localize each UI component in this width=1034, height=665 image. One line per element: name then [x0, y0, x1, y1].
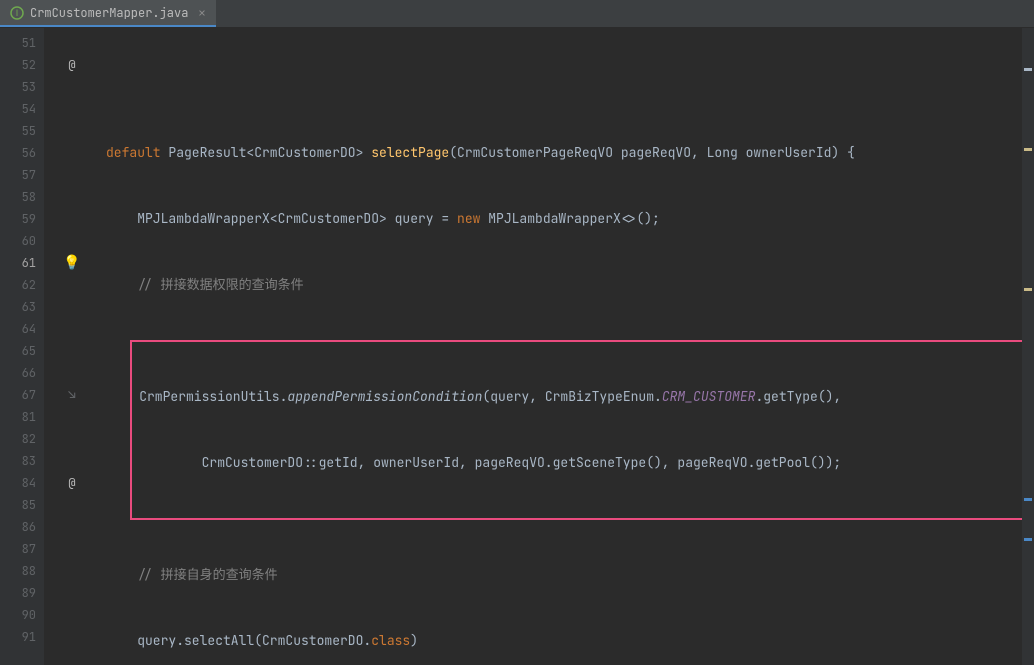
line-number: 85 [8, 494, 36, 516]
line-number: 86 [8, 516, 36, 538]
override-icon[interactable]: @ [68, 472, 75, 494]
line-number: 60 [8, 230, 36, 252]
line-number: 65 [8, 340, 36, 362]
file-tab[interactable]: I CrmCustomerMapper.java ✕ [0, 0, 216, 27]
stripe-marker[interactable] [1024, 498, 1032, 501]
stripe-marker[interactable] [1024, 68, 1032, 71]
line-number: 87 [8, 538, 36, 560]
line-number: 81 [8, 406, 36, 428]
line-number: 57 [8, 164, 36, 186]
code-line: MPJLambdaWrapperX<CrmCustomerDO> query =… [100, 208, 1034, 230]
stripe-marker[interactable] [1024, 538, 1032, 541]
line-number: 61 [8, 252, 36, 274]
editor: 51 52 53 54 55 56 57 58 59 60 61 62 63 6… [0, 28, 1034, 665]
code-line: // 拼接数据权限的查询条件 [100, 274, 1034, 296]
line-number: 51 [8, 32, 36, 54]
code-line: CrmCustomerDO::getId, ownerUserId, pageR… [102, 452, 1032, 474]
tab-bar: I CrmCustomerMapper.java ✕ [0, 0, 1034, 28]
line-number: 91 [8, 626, 36, 648]
line-number: 64 [8, 318, 36, 340]
line-number: 56 [8, 142, 36, 164]
intention-bulb-icon[interactable]: 💡 [63, 252, 80, 274]
line-number: 52 [8, 54, 36, 76]
svg-text:I: I [16, 8, 19, 18]
override-icon[interactable]: @ [68, 54, 75, 76]
line-number: 90 [8, 604, 36, 626]
line-number: 55 [8, 120, 36, 142]
close-icon[interactable]: ✕ [198, 5, 205, 21]
fold-arrow-icon[interactable]: ↘ [68, 384, 76, 406]
code-line: // 拼接自身的查询条件 [100, 564, 1034, 586]
line-number: 66 [8, 362, 36, 384]
line-number: 54 [8, 98, 36, 120]
annotation-gutter: @ 💡 ↘ @ [44, 28, 100, 665]
stripe-marker[interactable] [1024, 288, 1032, 291]
line-number: 63 [8, 296, 36, 318]
line-number: 84 [8, 472, 36, 494]
line-number: 62 [8, 274, 36, 296]
code-line: query.selectAll(CrmCustomerDO.class) [100, 630, 1034, 652]
highlighted-region: CrmPermissionUtils.appendPermissionCondi… [130, 340, 1034, 520]
line-number: 53 [8, 76, 36, 98]
line-number: 88 [8, 560, 36, 582]
tab-filename: CrmCustomerMapper.java [30, 5, 188, 21]
error-stripe[interactable] [1022, 28, 1034, 665]
code-line: CrmPermissionUtils.appendPermissionCondi… [102, 386, 1032, 408]
stripe-marker[interactable] [1024, 148, 1032, 151]
line-number: 58 [8, 186, 36, 208]
interface-icon: I [10, 6, 24, 20]
line-number: 89 [8, 582, 36, 604]
line-number: 82 [8, 428, 36, 450]
line-number-gutter[interactable]: 51 52 53 54 55 56 57 58 59 60 61 62 63 6… [0, 28, 44, 665]
code-area[interactable]: default PageResult<CrmCustomerDO> select… [100, 28, 1034, 665]
line-number: 67 [8, 384, 36, 406]
code-line: default PageResult<CrmCustomerDO> select… [100, 142, 1034, 164]
line-number: 59 [8, 208, 36, 230]
line-number: 83 [8, 450, 36, 472]
